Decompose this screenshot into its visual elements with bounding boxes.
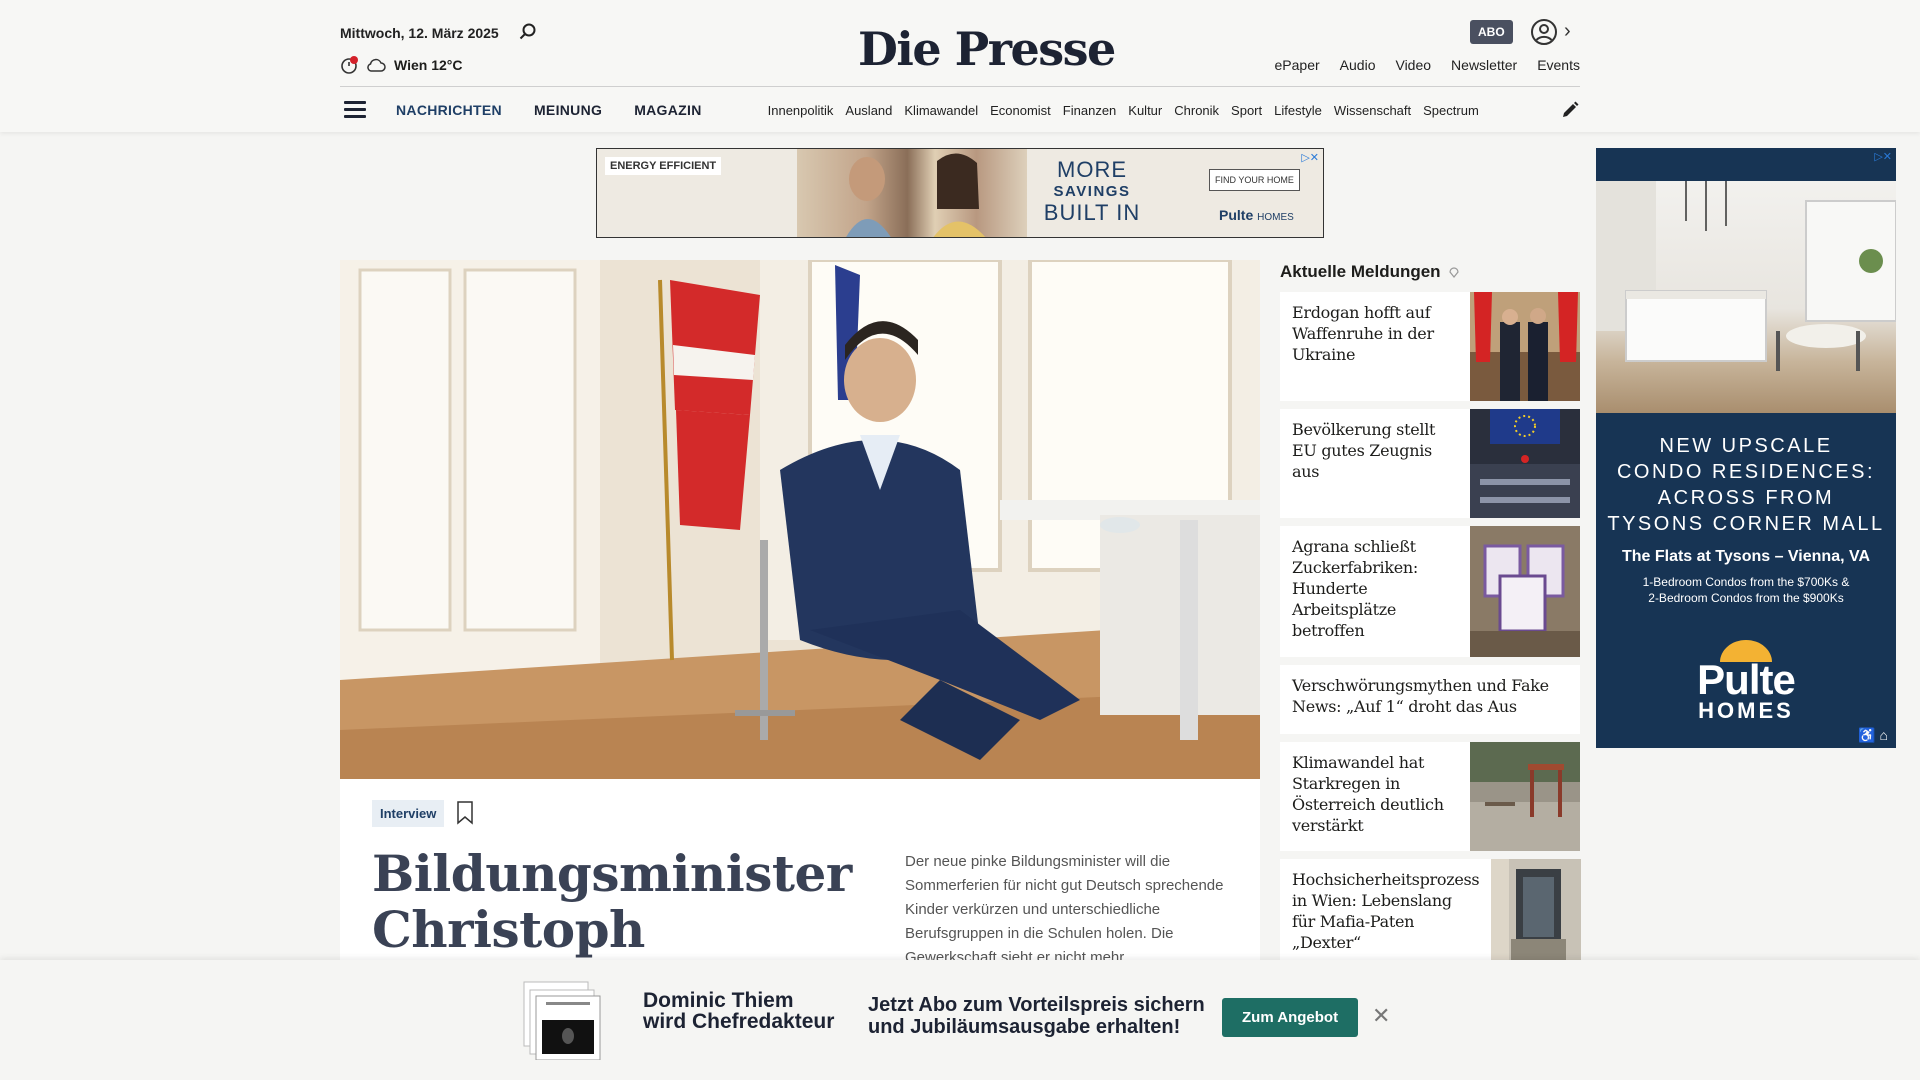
header-divider xyxy=(340,86,1580,87)
ad-photo-couple xyxy=(797,149,1027,237)
nav-wissenschaft[interactable]: Wissenschaft xyxy=(1334,103,1411,118)
adchoices-icon[interactable]: ▷✕ xyxy=(1301,151,1319,164)
weather-text: Wien 12°C xyxy=(394,57,463,73)
cloud-icon xyxy=(367,58,386,72)
zum-angebot-button[interactable]: Zum Angebot xyxy=(1222,998,1359,1037)
nav-nachrichten[interactable]: NACHRICHTEN xyxy=(396,102,502,118)
article-headline[interactable]: Bildungsminister Christoph xyxy=(372,846,892,958)
skyscraper-advertisement[interactable]: ▷✕ NEW UPSCALE CONDO RESIDENCES: ACROSS … xyxy=(1596,148,1896,748)
accessibility-icon: ♿ ⌂ xyxy=(1858,727,1888,743)
list-item[interactable]: Agrana schließt Zuckerfabriken: Hunderte… xyxy=(1280,526,1580,657)
nav-economist[interactable]: Economist xyxy=(990,103,1051,118)
list-item-title[interactable]: Bevölkerung stellt EU gutes Zeugnis aus xyxy=(1280,409,1470,518)
promo-text: Jetzt Abo zum Vorteilspreis sichern und … xyxy=(868,994,1205,1038)
link-epaper[interactable]: ePaper xyxy=(1275,57,1320,73)
ad-subheading: The Flats at Tysons – Vienna, VA xyxy=(1621,548,1871,565)
pencil-icon[interactable] xyxy=(1560,100,1580,120)
hamburger-menu-icon[interactable] xyxy=(344,101,366,119)
ad-cta-button[interactable]: FIND YOUR HOME xyxy=(1209,169,1300,191)
hero-article[interactable]: Interview Bildungsminister Christoph Der… xyxy=(340,260,1260,1080)
nav-innenpolitik[interactable]: Innenpolitik xyxy=(768,103,834,118)
nav-sport[interactable]: Sport xyxy=(1231,103,1262,118)
list-item-title[interactable]: Erdogan hofft auf Waffenruhe in der Ukra… xyxy=(1280,292,1470,401)
ad-details: 1-Bedroom Condos from the $700Ks & 2-Bed… xyxy=(1642,575,1850,605)
nav-klimawandel[interactable]: Klimawandel xyxy=(904,103,978,118)
link-audio[interactable]: Audio xyxy=(1340,57,1376,73)
nav-ausland[interactable]: Ausland xyxy=(845,103,892,118)
thumb-eu-parliament[interactable] xyxy=(1470,409,1580,518)
nav-meinung[interactable]: MEINUNG xyxy=(534,102,602,118)
header-links: ePaper Audio Video Newsletter Events xyxy=(1275,57,1580,73)
list-item[interactable]: Klimawandel hat Starkregen in Österreich… xyxy=(1280,742,1580,851)
ad-photo-kitchen xyxy=(1596,181,1896,413)
link-video[interactable]: Video xyxy=(1395,57,1431,73)
nav-magazin[interactable]: MAGAZIN xyxy=(634,102,701,118)
site-header: Mittwoch, 12. März 2025 Wien 12°C Die Pr… xyxy=(0,0,1920,132)
article-lead: Der neue pinke Bildungsminister will die… xyxy=(905,853,1224,966)
list-item-title[interactable]: Hochsicherheitsprozess in Wien: Lebensla… xyxy=(1280,859,1491,968)
close-icon[interactable]: ✕ xyxy=(1372,1003,1390,1029)
list-item[interactable]: Erdogan hofft auf Waffenruhe in der Ukra… xyxy=(1280,292,1580,401)
newspaper-stack-image xyxy=(522,980,602,1061)
list-item-title[interactable]: Verschwörungsmythen und Fake News: „Auf … xyxy=(1280,665,1580,734)
nav-lifestyle[interactable]: Lifestyle xyxy=(1274,103,1322,118)
site-logo[interactable]: Die Presse xyxy=(858,22,1116,76)
article-category-tag[interactable]: Interview xyxy=(372,800,445,827)
chevron-right-icon[interactable]: › xyxy=(1564,20,1571,43)
thumb-flags-handshake[interactable] xyxy=(1470,292,1580,401)
list-item[interactable]: Bevölkerung stellt EU gutes Zeugnis aus xyxy=(1280,409,1580,518)
list-item[interactable]: Hochsicherheitsprozess in Wien: Lebensla… xyxy=(1280,859,1582,968)
link-newsletter[interactable]: Newsletter xyxy=(1451,57,1517,73)
adchoices-icon[interactable]: ▷✕ xyxy=(1874,150,1892,163)
promo-headline: Dominic Thiem wird Chefredakteur xyxy=(643,989,835,1033)
ad-headline: MORE SAVINGS BUILT IN xyxy=(1043,157,1141,225)
search-icon[interactable] xyxy=(518,22,538,42)
banner-advertisement[interactable]: ENERGY EFFICIENT MORE SAVINGS BUILT IN F… xyxy=(596,148,1324,238)
list-item-title[interactable]: Agrana schließt Zuckerfabriken: Hunderte… xyxy=(1280,526,1470,657)
sidebar-news-list: Erdogan hofft auf Waffenruhe in der Ukra… xyxy=(1280,292,1582,976)
nav-finanzen[interactable]: Finanzen xyxy=(1063,103,1116,118)
ad-brand-logo: Pulte HOMES xyxy=(1596,638,1896,724)
sidebar-heading: Aktuelle Meldungen xyxy=(1280,262,1461,282)
thumb-sugar-packages[interactable] xyxy=(1470,526,1580,657)
pulse-icon xyxy=(1448,267,1459,278)
bookmark-icon[interactable] xyxy=(456,801,474,825)
user-account-icon[interactable] xyxy=(1530,18,1558,46)
timer-icon xyxy=(341,56,358,74)
sub-navigation: Innenpolitik Ausland Klimawandel Economi… xyxy=(768,103,1538,118)
nav-kultur[interactable]: Kultur xyxy=(1128,103,1162,118)
nav-chronik[interactable]: Chronik xyxy=(1174,103,1219,118)
hero-image[interactable] xyxy=(340,260,1260,779)
list-item[interactable]: Verschwörungsmythen und Fake News: „Auf … xyxy=(1280,665,1580,734)
thumb-flooded-playground[interactable] xyxy=(1470,742,1580,851)
thumb-court-building[interactable] xyxy=(1491,859,1582,968)
list-item-title[interactable]: Klimawandel hat Starkregen in Österreich… xyxy=(1280,742,1470,851)
ad-headline: NEW UPSCALE CONDO RESIDENCES: ACROSS FRO… xyxy=(1607,435,1885,535)
ad-brand-logo: Pulte HOMES xyxy=(1219,207,1294,223)
main-navigation: NACHRICHTEN MEINUNG MAGAZIN Innenpolitik… xyxy=(340,96,1580,124)
link-events[interactable]: Events xyxy=(1537,57,1580,73)
subscription-promo-bar: Dominic Thiem wird Chefredakteur Jetzt A… xyxy=(0,960,1920,1080)
ad-tag: ENERGY EFFICIENT xyxy=(605,157,722,175)
abo-button[interactable]: ABO xyxy=(1470,20,1513,44)
weather-widget[interactable]: Wien 12°C xyxy=(340,56,463,74)
nav-spectrum[interactable]: Spectrum xyxy=(1423,103,1479,118)
current-date: Mittwoch, 12. März 2025 xyxy=(340,25,499,41)
